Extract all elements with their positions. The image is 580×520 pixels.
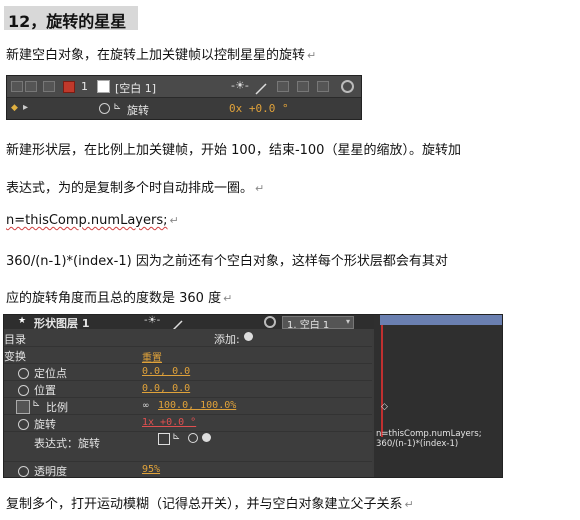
parent-dropdown[interactable]: 1. 空白 1 ▾ [282, 316, 354, 331]
expression-enable-icon[interactable] [158, 433, 170, 445]
expression-label: 表达式：旋转 [34, 437, 100, 450]
contents-label[interactable]: 目录 [4, 331, 26, 347]
stopwatch-icon[interactable] [18, 419, 29, 430]
visibility-switch[interactable] [11, 81, 23, 92]
add-label: 添加: [214, 333, 240, 346]
rotation-label: 旋转 [34, 418, 56, 431]
null-layer-icon [97, 80, 110, 93]
transform-label[interactable]: 变换 [4, 348, 26, 364]
stopwatch-active-icon[interactable] [16, 400, 30, 414]
row-divider [4, 346, 372, 347]
position-value[interactable]: 0.0, 0.0 [142, 383, 190, 394]
row-divider [4, 414, 372, 415]
paragraph-4-text: 复制多个，打开运动模糊（记得总开关），并与空白对象建立父子关系 [6, 497, 403, 512]
timeline-area[interactable]: n=thisComp.numLayers; 360/(n-1)*(index-1… [374, 315, 502, 477]
paragraph-3-line-2-text: 应的旋转角度而且总的度数是 360 度 [6, 291, 222, 306]
row-divider [4, 461, 372, 462]
solo-switch[interactable] [43, 81, 55, 92]
effects-switch[interactable] [277, 81, 289, 92]
properties-panel: 目录 添加: 变换 重置 定位点 0.0, 0.0 位置 0.0, 0.0 ⊾ … [4, 329, 372, 477]
audio-switch[interactable] [25, 81, 37, 92]
section-heading: 12，旋转的星星 [8, 12, 127, 31]
layer-row: 1 [空白 1] -☀- [7, 76, 361, 98]
anchor-value[interactable]: 0.0, 0.0 [142, 366, 190, 377]
paragraph-3-line-1-text: 360/(n-1)*(index-1) 因为之前还有个空白对象，这样每个形状层都… [6, 254, 448, 269]
3d-layer-icon[interactable] [341, 80, 354, 93]
opacity-value[interactable]: 95% [142, 464, 160, 475]
property-value[interactable]: 0x +0.0 ° [229, 102, 289, 115]
row-divider [4, 380, 372, 381]
paragraph-1: 新建空白对象，在旋转上加关键帧以控制星星的旋转 ↵ [6, 44, 316, 63]
graph-icon[interactable]: ⊾ [32, 398, 40, 409]
keyframe-icon[interactable]: ◇ [381, 402, 388, 412]
keyframe-nav-left-icon[interactable]: ◆ [11, 103, 18, 113]
property-name: 旋转 [127, 104, 149, 117]
paragraph-1-text: 新建空白对象，在旋转上加关键帧以控制星星的旋转 [6, 48, 306, 63]
code-line-1-text: n=thisComp.numLayers; [6, 213, 168, 228]
expression-line-1: n=thisComp.numLayers; [376, 429, 482, 439]
property-row-rotation: ◆ ▸ ⊾ 旋转 0x +0.0 ° [7, 98, 361, 119]
return-mark: ↵ [307, 49, 317, 62]
link-icon[interactable]: ∞ [142, 401, 150, 411]
paragraph-3-line-1: 360/(n-1)*(index-1) 因为之前还有个空白对象，这样每个形状层都… [6, 250, 448, 269]
opacity-label: 透明度 [34, 465, 67, 478]
stopwatch-icon[interactable] [18, 385, 29, 396]
motion-blur-switch[interactable] [297, 81, 309, 92]
shy-switch-icon[interactable]: -☀- [231, 79, 249, 92]
stopwatch-icon[interactable] [18, 368, 29, 379]
return-mark: ↵ [404, 498, 414, 511]
code-line-1: n=thisComp.numLayers; ↵ [6, 213, 179, 228]
layer-number: 1 [81, 80, 88, 93]
paragraph-2-line-1: 新建形状层，在比例上加关键帧，开始 100，结束-100（星星的缩放）。旋转加 [6, 139, 461, 158]
scale-label: 比例 [46, 401, 68, 414]
layer-name[interactable]: [空白 1] [115, 80, 156, 96]
shy-switch-icon[interactable]: -☀- [144, 315, 160, 326]
language-menu-icon[interactable] [202, 433, 211, 442]
chevron-down-icon: ▾ [345, 317, 350, 326]
pickwhip-icon[interactable] [188, 433, 198, 443]
star-icon: ★ [18, 316, 27, 326]
row-divider [4, 431, 372, 432]
paragraph-4: 复制多个，打开运动模糊（记得总开关），并与空白对象建立父子关系 ↵ [6, 493, 414, 512]
quality-slash-icon[interactable] [172, 316, 183, 331]
scale-value[interactable]: 100.0, 100.0% [158, 400, 236, 411]
add-button-icon[interactable] [244, 332, 253, 341]
row-divider [4, 397, 372, 398]
paragraph-3-line-2: 应的旋转角度而且总的度数是 360 度 ↵ [6, 287, 232, 306]
work-area-bar[interactable] [380, 315, 502, 325]
paragraph-2-line-1-text: 新建形状层，在比例上加关键帧，开始 100，结束-100（星星的缩放）。旋转加 [6, 143, 461, 158]
stopwatch-icon[interactable] [18, 466, 29, 477]
position-label: 位置 [34, 384, 56, 397]
stopwatch-icon[interactable] [99, 103, 110, 114]
graph-icon[interactable]: ⊾ [172, 431, 180, 442]
ae-timeline-screenshot-2: ★ 形状图层 1 -☀- 1. 空白 1 ▾ 目录 添加: 变换 重置 定位点 … [3, 314, 503, 478]
ae-timeline-screenshot-1: 1 [空白 1] -☀- ◆ ▸ ⊾ 旋转 0x +0.0 ° [6, 75, 362, 120]
quality-slash-icon[interactable] [255, 80, 267, 95]
anchor-label: 定位点 [34, 367, 67, 380]
twirl-arrow-icon[interactable]: ▸ [23, 102, 28, 113]
return-mark: ↵ [169, 214, 179, 227]
expression-line-2: 360/(n-1)*(index-1) [376, 439, 459, 449]
paragraph-2-line-2: 表达式，为的是复制多个时自动排成一圈。 ↵ [6, 177, 264, 196]
adjustment-switch[interactable] [317, 81, 329, 92]
label-color-icon[interactable] [63, 81, 75, 93]
return-mark: ↵ [255, 182, 265, 195]
graph-icon[interactable]: ⊾ [113, 101, 121, 112]
spiral-icon[interactable] [264, 316, 276, 328]
reset-link[interactable]: 重置 [142, 349, 162, 364]
row-divider [4, 363, 372, 364]
paragraph-2-line-2-text: 表达式，为的是复制多个时自动排成一圈。 [6, 181, 254, 196]
expression-editor[interactable]: n=thisComp.numLayers; 360/(n-1)*(index-1… [376, 429, 496, 477]
return-mark: ↵ [223, 292, 233, 305]
rotation-value[interactable]: 1x +0.0 ° [142, 417, 196, 428]
